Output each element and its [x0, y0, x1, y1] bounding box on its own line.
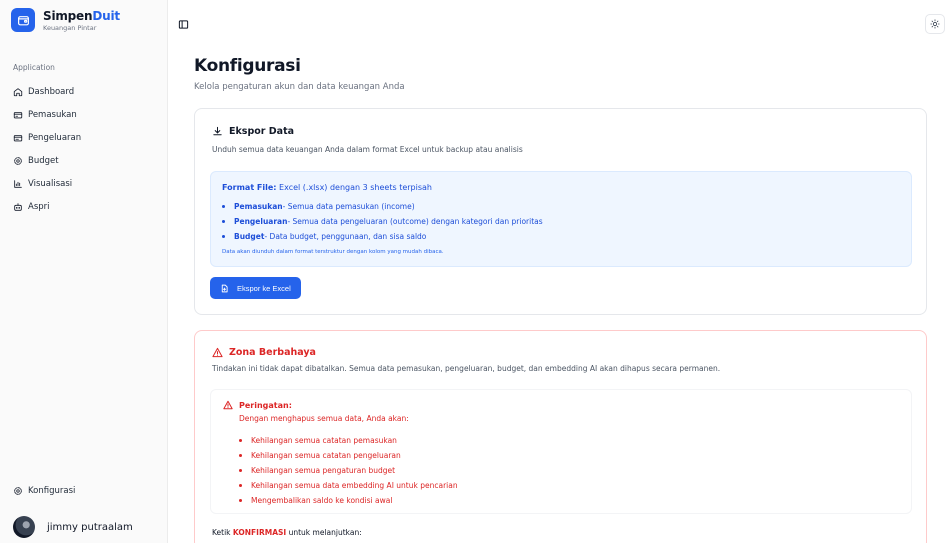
- download-icon: [213, 126, 222, 136]
- danger-description: Tindakan ini tidak dapat dibatalkan. Sem…: [212, 364, 721, 373]
- list-item: Mengembalikan saldo ke kondisi awal: [239, 493, 458, 508]
- danger-zone-card: Zona Berbahaya Tindakan ini tidak dapat …: [194, 330, 927, 543]
- list-item: Kehilangan semua data embedding AI untuk…: [239, 478, 458, 493]
- export-description: Unduh semua data keuangan Anda dalam for…: [212, 145, 523, 154]
- warning-list: Kehilangan semua catatan pemasukan Kehil…: [239, 433, 458, 508]
- brand[interactable]: SimpenDuit Keuangan Pintar: [11, 8, 120, 32]
- sidebar-item-label: Budget: [28, 155, 59, 166]
- sun-icon: [930, 19, 940, 29]
- sidebar-item-dashboard[interactable]: Dashboard: [13, 80, 81, 103]
- theme-toggle-button[interactable]: [925, 14, 945, 34]
- home-icon: [13, 87, 23, 96]
- panel-left-icon: [178, 19, 188, 29]
- danger-title: Zona Berbahaya: [212, 347, 316, 358]
- format-note: Data akan diunduh dalam format terstrukt…: [222, 249, 444, 255]
- warning-intro: Dengan menghapus semua data, Anda akan:: [239, 414, 409, 423]
- sidebar-item-budget[interactable]: Budget: [13, 149, 81, 172]
- brand-name: SimpenDuit: [43, 8, 120, 23]
- warning-box: Peringatan: Dengan menghapus semua data,…: [210, 389, 912, 514]
- format-sheet-list: Pemasukan - Semua data pemasukan (income…: [222, 199, 543, 244]
- format-info-box: Format File: Excel (.xlsx) dengan 3 shee…: [210, 171, 912, 267]
- alert-triangle-icon: [212, 347, 223, 358]
- sidebar-item-aspri[interactable]: Aspri: [13, 195, 81, 218]
- list-item: Pengeluaran - Semua data pengeluaran (ou…: [222, 214, 543, 229]
- export-title: Ekspor Data: [212, 126, 294, 137]
- sidebar-item-label: Pemasukan: [28, 109, 77, 120]
- avatar: [13, 516, 35, 538]
- sidebar-group-label: Application: [13, 63, 55, 72]
- file-icon: [221, 284, 228, 292]
- settings-icon: [14, 156, 22, 165]
- user-menu[interactable]: jimmy putraalam: [13, 516, 133, 538]
- sidebar-nav: Dashboard Pemasukan Pengeluaran Budget V…: [13, 80, 81, 218]
- warning-title: Peringatan:: [223, 400, 292, 410]
- list-item: Kehilangan semua pengaturan budget: [239, 463, 458, 478]
- sidebar-item-pengeluaran[interactable]: Pengeluaran: [13, 126, 81, 149]
- export-excel-button[interactable]: Ekspor ke Excel: [210, 277, 301, 299]
- sidebar-item-label: Pengeluaran: [28, 132, 82, 143]
- wallet-logo-icon: [11, 8, 35, 32]
- page-title: Konfigurasi: [194, 56, 301, 76]
- list-item: Pemasukan - Semua data pemasukan (income…: [222, 199, 543, 214]
- bot-icon: [14, 202, 22, 211]
- sidebar-item-label: Visualisasi: [28, 178, 73, 189]
- sidebar-item-label: Konfigurasi: [28, 486, 76, 496]
- list-item: Kehilangan semua catatan pengeluaran: [239, 448, 458, 463]
- sidebar-toggle-button[interactable]: [176, 17, 190, 31]
- sidebar-item-visualisasi[interactable]: Visualisasi: [13, 172, 81, 195]
- wallet-out-icon: [13, 134, 23, 141]
- list-item: Kehilangan semua catatan pemasukan: [239, 433, 458, 448]
- wallet-in-icon: [13, 111, 23, 118]
- confirm-label: Ketik KONFIRMASI untuk melanjutkan:: [212, 528, 362, 537]
- brand-tagline: Keuangan Pintar: [43, 23, 97, 32]
- sidebar-item-label: Dashboard: [28, 86, 75, 97]
- list-item: Budget - Data budget, penggunaan, dan si…: [222, 229, 543, 244]
- sidebar: SimpenDuit Keuangan Pintar Application D…: [0, 0, 168, 543]
- gear-icon: [14, 487, 22, 495]
- sidebar-item-konfigurasi[interactable]: Konfigurasi: [13, 486, 75, 496]
- user-name: jimmy putraalam: [47, 521, 133, 533]
- format-info-heading: Format File: Excel (.xlsx) dengan 3 shee…: [222, 183, 432, 192]
- export-card: Ekspor Data Unduh semua data keuangan An…: [194, 108, 927, 315]
- page-subtitle: Kelola pengaturan akun dan data keuangan…: [194, 82, 405, 92]
- sidebar-item-label: Aspri: [28, 201, 50, 212]
- sidebar-item-pemasukan[interactable]: Pemasukan: [13, 103, 81, 126]
- alert-triangle-icon: [223, 400, 233, 410]
- chart-icon: [14, 179, 22, 188]
